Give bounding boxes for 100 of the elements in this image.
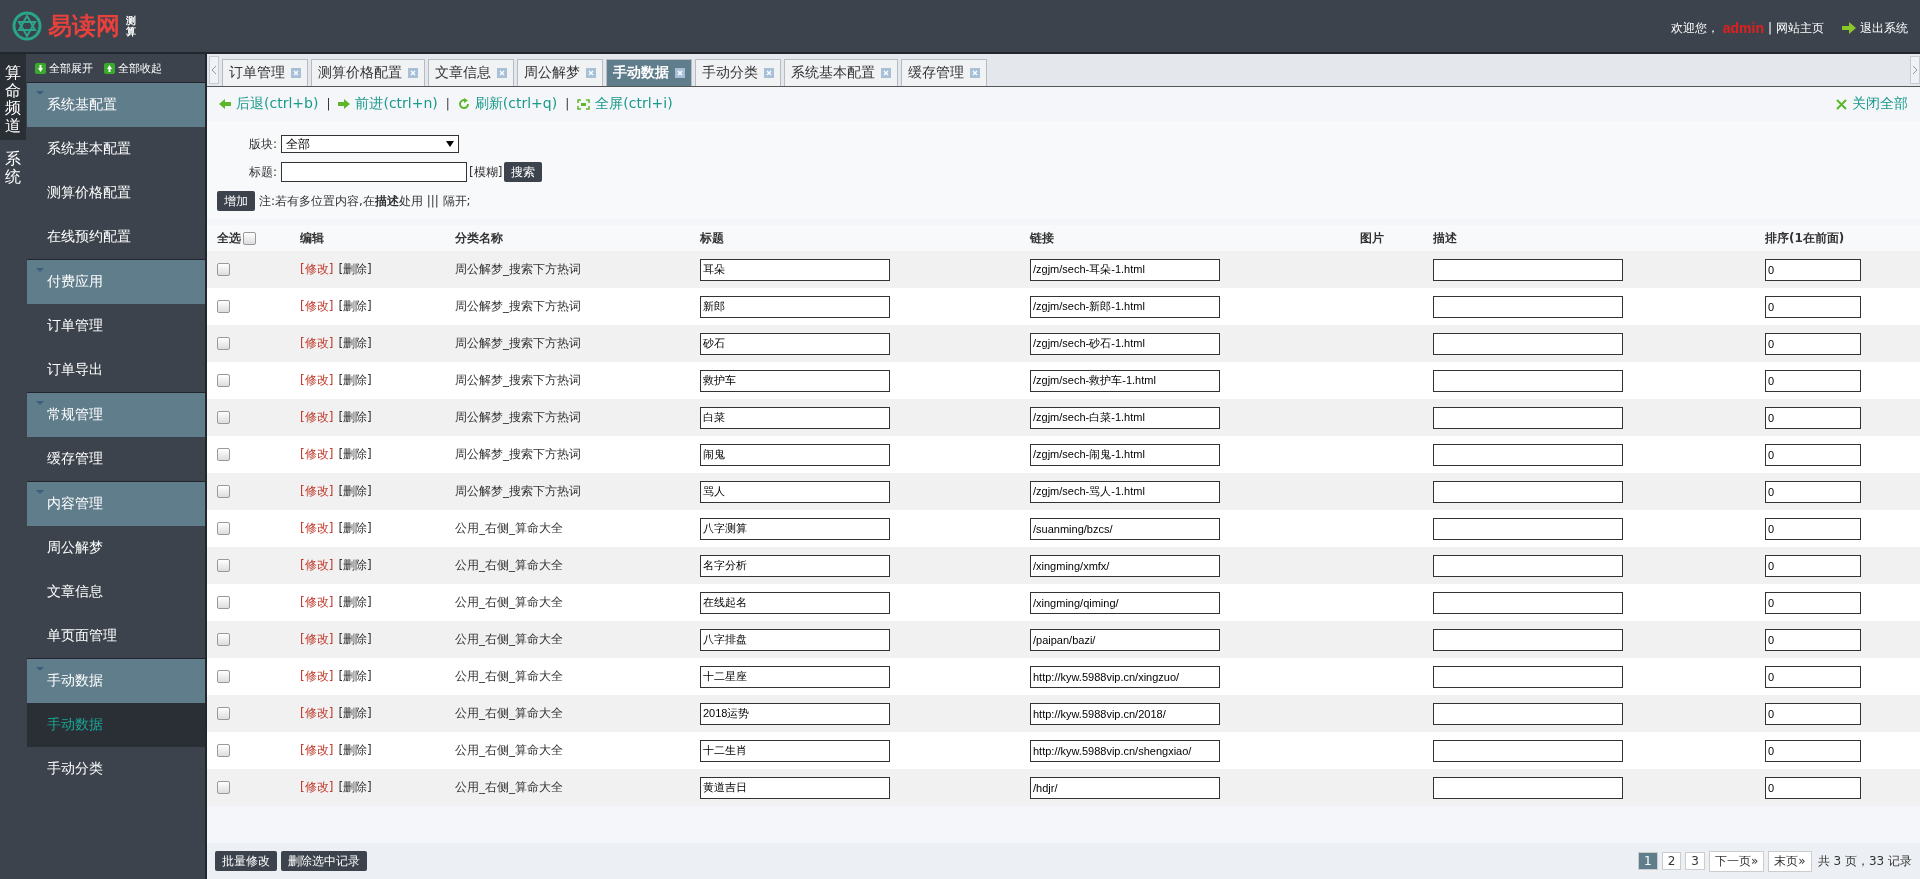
- edit-link[interactable]: [修改]: [300, 668, 334, 685]
- description-field[interactable]: [1433, 776, 1623, 799]
- order-field[interactable]: 0: [1765, 739, 1861, 762]
- close-icon[interactable]: [675, 68, 685, 78]
- sidebar-item[interactable]: 订单导出: [27, 348, 205, 392]
- edit-link[interactable]: [修改]: [300, 372, 334, 389]
- description-field[interactable]: [1433, 258, 1623, 281]
- title-field[interactable]: 砂石: [700, 332, 890, 355]
- logout-link[interactable]: 退出系统: [1860, 19, 1908, 37]
- row-checkbox[interactable]: [217, 596, 230, 609]
- row-checkbox[interactable]: [217, 707, 230, 720]
- description-field[interactable]: [1433, 665, 1623, 688]
- sidebar-item[interactable]: 系统基本配置: [27, 127, 205, 171]
- edit-link[interactable]: [修改]: [300, 409, 334, 426]
- last-page-link[interactable]: 末页»: [1768, 850, 1812, 872]
- sidebar-item[interactable]: 测算价格配置: [27, 171, 205, 215]
- link-field[interactable]: http://kyw.5988vip.cn/2018/: [1030, 702, 1220, 725]
- description-field[interactable]: [1433, 554, 1623, 577]
- title-field[interactable]: 八字测算: [700, 517, 890, 540]
- delete-link[interactable]: [删除]: [338, 261, 372, 278]
- tab[interactable]: 测算价格配置: [311, 59, 425, 86]
- delete-link[interactable]: [删除]: [338, 335, 372, 352]
- title-field[interactable]: 八字排盘: [700, 628, 890, 651]
- close-icon[interactable]: [586, 68, 596, 78]
- tab[interactable]: 手动分类: [695, 59, 781, 86]
- channel-tab[interactable]: 算命频道: [0, 54, 26, 141]
- close-icon[interactable]: [291, 68, 301, 78]
- description-field[interactable]: [1433, 332, 1623, 355]
- sidebar-group[interactable]: 系统基配置: [27, 82, 205, 127]
- order-field[interactable]: 0: [1765, 258, 1861, 281]
- description-field[interactable]: [1433, 517, 1623, 540]
- delete-link[interactable]: [删除]: [338, 779, 372, 796]
- link-field[interactable]: /zgjm/sech-砂石-1.html: [1030, 332, 1220, 355]
- sidebar-group[interactable]: 内容管理: [27, 481, 205, 526]
- description-field[interactable]: [1433, 591, 1623, 614]
- delete-link[interactable]: [删除]: [338, 372, 372, 389]
- title-field[interactable]: 黄道吉日: [700, 776, 890, 799]
- tab[interactable]: 周公解梦: [517, 59, 603, 86]
- order-field[interactable]: 0: [1765, 443, 1861, 466]
- delete-link[interactable]: [删除]: [338, 742, 372, 759]
- sidebar-item[interactable]: 单页面管理: [27, 614, 205, 658]
- tab[interactable]: 系统基本配置: [784, 59, 898, 86]
- description-field[interactable]: [1433, 406, 1623, 429]
- title-field[interactable]: 十二星座: [700, 665, 890, 688]
- link-field[interactable]: http://kyw.5988vip.cn/shengxiao/: [1030, 739, 1220, 762]
- row-checkbox[interactable]: [217, 411, 230, 424]
- edit-link[interactable]: [修改]: [300, 483, 334, 500]
- scroll-left-button[interactable]: [209, 56, 219, 84]
- link-field[interactable]: /xingming/qiming/: [1030, 591, 1220, 614]
- delete-link[interactable]: [删除]: [338, 446, 372, 463]
- description-field[interactable]: [1433, 739, 1623, 762]
- description-field[interactable]: [1433, 295, 1623, 318]
- sidebar-item[interactable]: 在线预约配置: [27, 215, 205, 259]
- link-field[interactable]: /suanming/bzcs/: [1030, 517, 1220, 540]
- link-field[interactable]: /hdjr/: [1030, 776, 1220, 799]
- sidebar-group[interactable]: 常规管理: [27, 392, 205, 437]
- expand-all-link[interactable]: 全部展开: [49, 60, 93, 76]
- title-field[interactable]: 救护车: [700, 369, 890, 392]
- block-dropdown[interactable]: 全部: [281, 135, 459, 153]
- row-checkbox[interactable]: [217, 633, 230, 646]
- batch-edit-button[interactable]: 批量修改: [215, 851, 277, 871]
- delete-link[interactable]: [删除]: [338, 520, 372, 537]
- order-field[interactable]: 0: [1765, 295, 1861, 318]
- link-field[interactable]: /xingming/xmfx/: [1030, 554, 1220, 577]
- delete-link[interactable]: [删除]: [338, 298, 372, 315]
- delete-link[interactable]: [删除]: [338, 705, 372, 722]
- row-checkbox[interactable]: [217, 744, 230, 757]
- tab[interactable]: 手动数据: [606, 59, 692, 86]
- sidebar-item[interactable]: 订单管理: [27, 304, 205, 348]
- link-field[interactable]: /zgjm/sech-耳朵-1.html: [1030, 258, 1220, 281]
- sidebar-item[interactable]: 缓存管理: [27, 437, 205, 481]
- delete-link[interactable]: [删除]: [338, 668, 372, 685]
- title-field[interactable]: 耳朵: [700, 258, 890, 281]
- order-field[interactable]: 0: [1765, 480, 1861, 503]
- row-checkbox[interactable]: [217, 781, 230, 794]
- delete-link[interactable]: [删除]: [338, 557, 372, 574]
- description-field[interactable]: [1433, 443, 1623, 466]
- home-link[interactable]: 网站主页: [1776, 19, 1824, 37]
- close-icon[interactable]: [970, 68, 980, 78]
- delete-selected-button[interactable]: 删除选中记录: [281, 851, 367, 871]
- edit-link[interactable]: [修改]: [300, 261, 334, 278]
- title-field[interactable]: 十二生肖: [700, 739, 890, 762]
- close-icon[interactable]: [764, 68, 774, 78]
- title-field[interactable]: 新郎: [700, 295, 890, 318]
- order-field[interactable]: 0: [1765, 517, 1861, 540]
- title-field[interactable]: 名字分析: [700, 554, 890, 577]
- edit-link[interactable]: [修改]: [300, 705, 334, 722]
- description-field[interactable]: [1433, 702, 1623, 725]
- description-field[interactable]: [1433, 369, 1623, 392]
- link-field[interactable]: /zgjm/sech-白菜-1.html: [1030, 406, 1220, 429]
- row-checkbox[interactable]: [217, 448, 230, 461]
- scroll-right-button[interactable]: [1910, 56, 1920, 84]
- link-field[interactable]: /paipan/bazi/: [1030, 628, 1220, 651]
- edit-link[interactable]: [修改]: [300, 631, 334, 648]
- edit-link[interactable]: [修改]: [300, 520, 334, 537]
- order-field[interactable]: 0: [1765, 554, 1861, 577]
- channel-tab[interactable]: 系统: [0, 140, 26, 192]
- tab[interactable]: 订单管理: [222, 59, 308, 86]
- next-page-link[interactable]: 下一页»: [1708, 850, 1765, 872]
- page-link[interactable]: 2: [1661, 852, 1682, 870]
